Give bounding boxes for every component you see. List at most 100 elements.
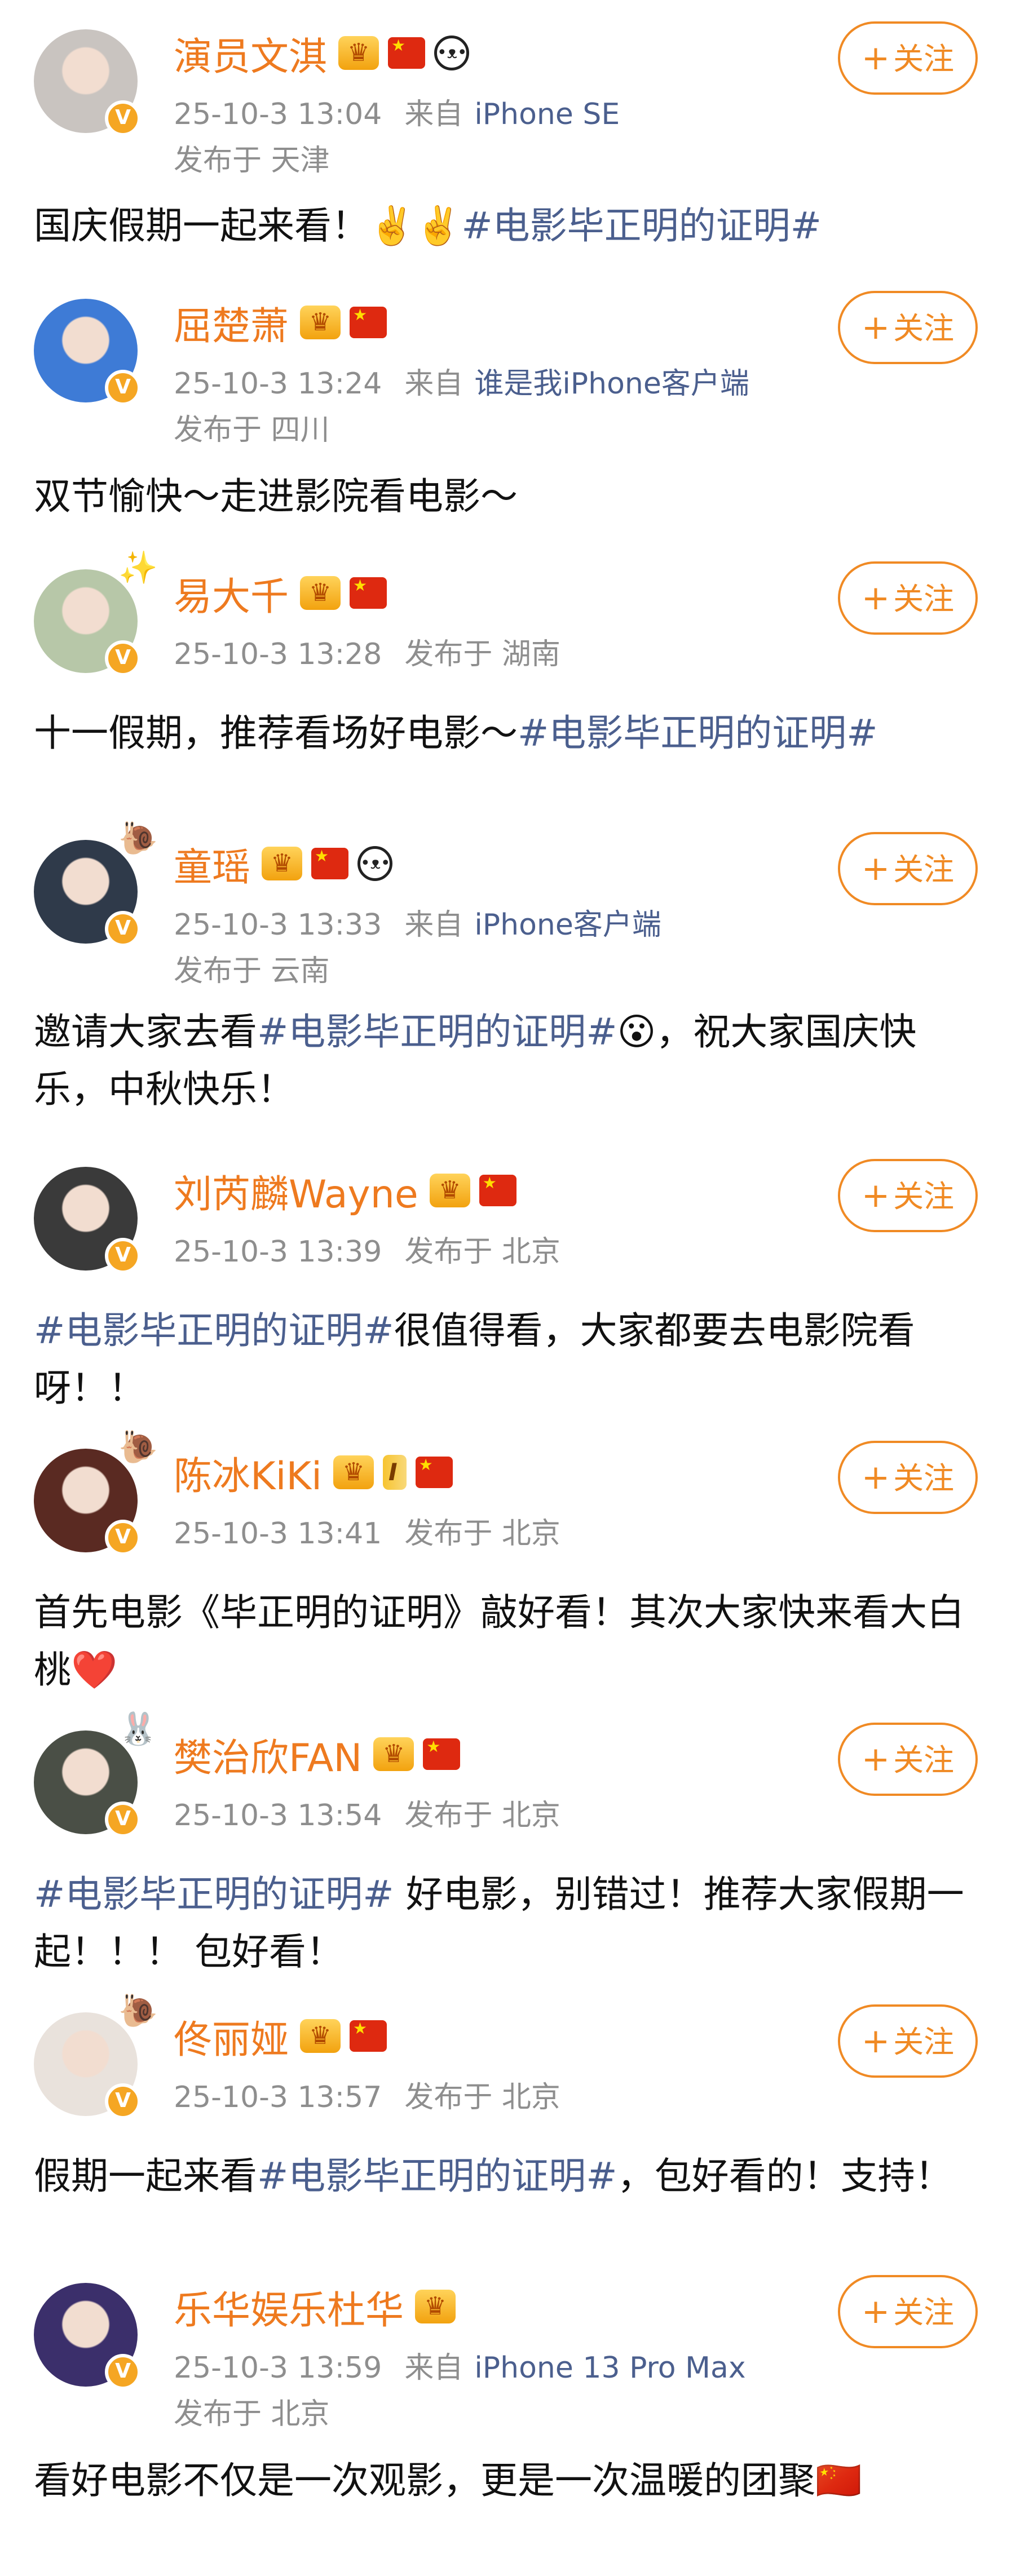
avatar-pendant-icon: 🐰 (118, 1711, 158, 1747)
plus-icon: + (861, 849, 890, 888)
post-text: 邀请大家去看#电影毕正明的证明#😮，祝大家国庆快乐，中秋快乐！ (34, 1003, 981, 1118)
crown-badge-icon: ♛ (333, 1455, 374, 1489)
china-flag-icon: ★ (423, 1738, 461, 1770)
post-text-part: 首先电影《毕正明的证明》敲好看！其次大家快来看大白桃❤️ (34, 1591, 964, 1692)
post-time[interactable]: 25-10-3 13:57 (174, 2081, 382, 2114)
avatar[interactable]: V (34, 2283, 141, 2390)
username[interactable]: 乐华娱乐杜华 (174, 2279, 404, 2335)
plus-icon: + (861, 2021, 890, 2061)
name-row: 易大千 ♛ ★ (174, 566, 387, 620)
follow-button[interactable]: + 关注 (838, 2275, 978, 2348)
post-time[interactable]: 25-10-3 13:33 (174, 908, 382, 942)
follow-label: 关注 (893, 1742, 955, 1778)
panda-icon: •ᴥ• (434, 36, 470, 70)
crown-badge-icon: ♛ (300, 306, 341, 339)
post-time[interactable]: 25-10-3 13:39 (174, 1235, 382, 1269)
hashtag-link[interactable]: #电影毕正明的证明# (34, 1873, 394, 1916)
avatar[interactable]: V ✨ (34, 552, 158, 676)
follow-button[interactable]: + 关注 (838, 21, 978, 95)
hashtag-link[interactable]: #电影毕正明的证明# (34, 1309, 394, 1352)
via-label: 来自 (404, 98, 463, 131)
post-source[interactable]: iPhone SE (474, 98, 620, 131)
hashtag-link[interactable]: #电影毕正明的证明# (257, 1010, 617, 1054)
post-source[interactable]: 谁是我iPhone客户端 (474, 367, 749, 401)
follow-button[interactable]: + 关注 (838, 1441, 978, 1514)
crown-badge-icon: ♛ (300, 576, 341, 610)
post-text: 十一假期，推荐看场好电影～#电影毕正明的证明# (34, 705, 981, 762)
hashtag-link[interactable]: #电影毕正明的证明# (257, 2154, 617, 2198)
follow-label: 关注 (893, 41, 955, 77)
post-text-part: 十一假期，推荐看场好电影～ (34, 711, 518, 755)
post-time[interactable]: 25-10-3 13:04 (174, 98, 382, 131)
crown-badge-icon: ♛ (429, 1174, 470, 1207)
via-label: 来自 (404, 2351, 463, 2385)
crown-badge-icon: ♛ (300, 2019, 341, 2053)
username[interactable]: 樊治欣FAN (174, 1727, 362, 1782)
username[interactable]: 刘芮麟Wayne (174, 1163, 418, 1219)
post-time[interactable]: 25-10-3 13:28 (174, 638, 382, 671)
china-flag-icon: ★ (350, 307, 387, 338)
post-meta: 25-10-3 13:39 发布于 北京 (174, 1228, 560, 1270)
avatar[interactable]: V 🐌 (34, 823, 158, 947)
plus-icon: + (861, 308, 890, 347)
post-time[interactable]: 25-10-3 13:41 (174, 1517, 382, 1551)
post-meta: 25-10-3 13:33 来自 iPhone客户端 (174, 901, 661, 943)
name-row: 陈冰KiKi ♛ I ★ (174, 1445, 453, 1499)
post-location: 发布于 北京 (404, 2081, 560, 2114)
crown-badge-icon: ♛ (262, 847, 303, 880)
name-row: 佟丽娅 ♛ ★ (174, 2009, 387, 2063)
follow-button[interactable]: + 关注 (838, 832, 978, 905)
crown-badge-icon: ♛ (415, 2290, 456, 2323)
post-text: 首先电影《毕正明的证明》敲好看！其次大家快来看大白桃❤️ (34, 1584, 981, 1699)
username[interactable]: 易大千 (174, 565, 289, 621)
avatar[interactable]: V (34, 1167, 141, 1274)
hashtag-link[interactable]: #电影毕正明的证明# (518, 711, 878, 755)
follow-button[interactable]: + 关注 (838, 561, 978, 635)
plus-icon: + (861, 1176, 890, 1215)
avatar[interactable]: V 🐰 (34, 1714, 158, 1838)
post-meta: 25-10-3 13:24 来自 谁是我iPhone客户端 (174, 360, 749, 402)
follow-button[interactable]: + 关注 (838, 1159, 978, 1232)
plus-icon: + (861, 1458, 890, 1497)
post-location: 发布于 北京 (174, 2397, 330, 2431)
post-meta: 25-10-3 13:04 来自 iPhone SE (174, 90, 620, 132)
plus-icon: + (861, 38, 890, 78)
avatar-pendant-icon: ✨ (118, 550, 158, 586)
follow-button[interactable]: + 关注 (838, 2004, 978, 2078)
crown-badge-icon: ♛ (338, 36, 379, 70)
verified-icon: V (105, 911, 141, 947)
verified-icon: V (105, 2083, 141, 2119)
post-source[interactable]: iPhone 13 Pro Max (474, 2351, 745, 2385)
post-time[interactable]: 25-10-3 13:54 (174, 1799, 382, 1833)
avatar[interactable]: V (34, 299, 141, 406)
avatar[interactable]: V (34, 29, 141, 136)
username[interactable]: 童瑶 (174, 836, 250, 892)
follow-label: 关注 (893, 852, 955, 887)
china-flag-icon: ★ (388, 37, 426, 69)
post-time[interactable]: 25-10-3 13:24 (174, 367, 382, 401)
follow-button[interactable]: + 关注 (838, 1723, 978, 1796)
post-text: #电影毕正明的证明#很值得看，大家都要去电影院看呀！！ (34, 1302, 981, 1417)
follow-label: 关注 (893, 2295, 955, 2330)
username[interactable]: 佟丽娅 (174, 2008, 289, 2064)
username[interactable]: 屈楚萧 (174, 295, 289, 351)
avatar-pendant-icon: 🐌 (118, 1429, 158, 1466)
username[interactable]: 陈冰KiKi (174, 1445, 322, 1501)
post-time[interactable]: 25-10-3 13:59 (174, 2351, 382, 2385)
post-meta: 25-10-3 13:41 发布于 北京 (174, 1510, 560, 1552)
post-source[interactable]: iPhone客户端 (474, 908, 661, 942)
verified-icon: V (105, 640, 141, 676)
plus-icon: + (861, 578, 890, 618)
avatar[interactable]: V 🐌 (34, 1432, 158, 1556)
hashtag-link[interactable]: #电影毕正明的证明# (461, 204, 822, 247)
post-text-part: 假期一起来看 (34, 2154, 257, 2198)
plus-icon: + (861, 2292, 890, 2331)
username[interactable]: 演员文淇 (174, 25, 327, 81)
verified-icon: V (105, 2354, 141, 2390)
post-text: 国庆假期一起来看！✌️✌️#电影毕正明的证明# (34, 197, 981, 255)
china-flag-icon: ★ (479, 1175, 516, 1206)
follow-button[interactable]: + 关注 (838, 291, 978, 364)
avatar[interactable]: V 🐌 (34, 1995, 158, 2119)
post-location: 发布于 天津 (174, 144, 330, 178)
post-location: 发布于 湖南 (404, 638, 560, 671)
